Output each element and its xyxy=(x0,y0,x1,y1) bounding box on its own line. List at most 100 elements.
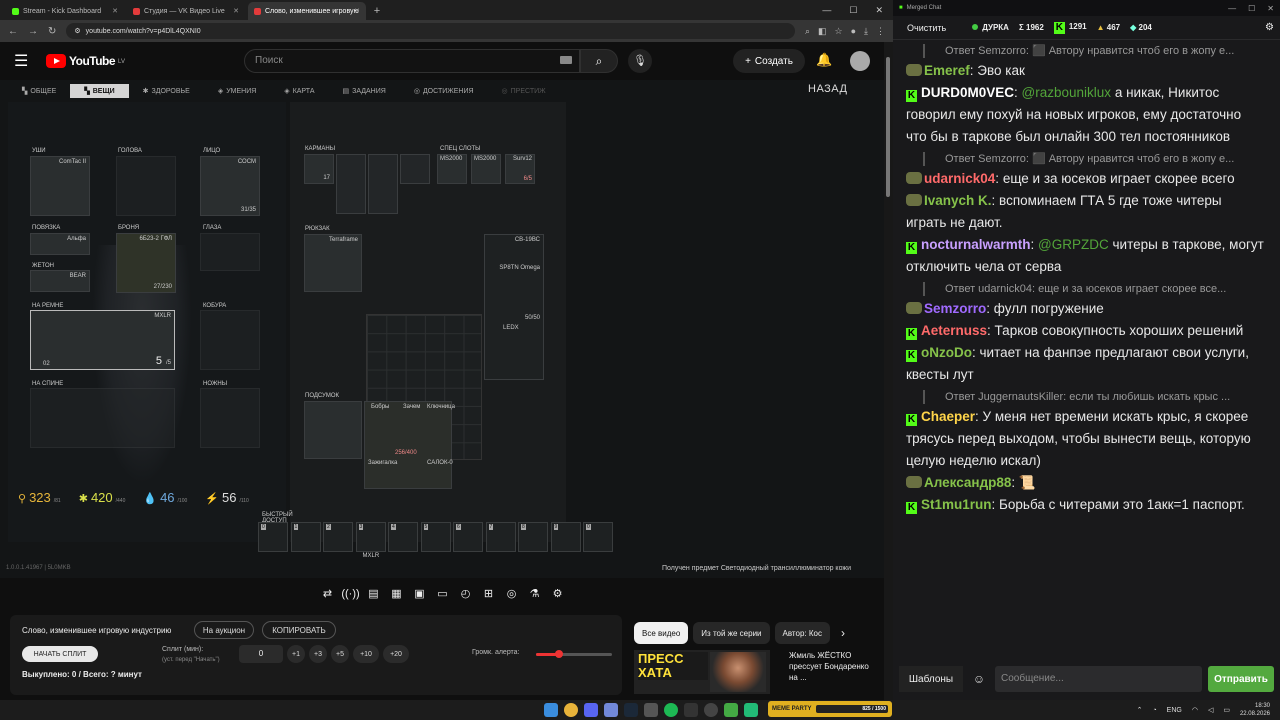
chat-username[interactable]: Aeternuss xyxy=(921,323,987,338)
quick-slot-9[interactable]: 9 xyxy=(550,522,581,552)
quick-slot-5[interactable]: 5 xyxy=(420,522,451,552)
related-title[interactable]: Жмиль ЖЁСТКО прессует Бондаренко на ... xyxy=(789,650,879,683)
emoji-smile-icon[interactable]: ☺ xyxy=(969,672,989,686)
tab-kick[interactable]: Stream - Kick Dashboard ✕ xyxy=(6,2,124,20)
pocket-4[interactable] xyxy=(400,154,430,184)
avatar[interactable] xyxy=(850,51,870,71)
slot-head[interactable] xyxy=(116,156,176,216)
chat-username[interactable]: St1mu1run xyxy=(921,497,992,512)
minimize-button[interactable]: — xyxy=(822,5,831,15)
tab-vk[interactable]: Студия — VK Видео Live ✕ xyxy=(127,2,245,20)
player-control-4-icon[interactable]: ▣ xyxy=(410,584,429,604)
steam-icon[interactable] xyxy=(624,703,638,717)
player-control-5-icon[interactable]: ▭ xyxy=(433,584,452,604)
quick-slot-0[interactable]: 0 xyxy=(258,522,288,552)
rig-panel[interactable]: СВ-19ВС SP8TN Omega 50/50 LEDX xyxy=(484,234,544,380)
chrome-icon[interactable] xyxy=(564,703,578,717)
tab-youtube[interactable]: Слово, изменившее игровую ✕ xyxy=(248,2,366,20)
windows-start-icon[interactable] xyxy=(544,703,558,717)
video-player-game-inventory[interactable]: ▚ ОБЩЕЕ ▚ ВЕЩИ ✱ ЗДОРОВЬЕ ◈ УМЕНИЯ ◈ КАРТА ▤ З… xyxy=(0,80,884,578)
increment-5-button[interactable]: +5 xyxy=(331,645,349,663)
game-tab-map[interactable]: ◈ КАРТА xyxy=(270,84,328,98)
send-button[interactable]: Отправить xyxy=(1208,666,1274,692)
volume-icon[interactable]: ◁ xyxy=(1208,706,1213,714)
profile-icon[interactable]: ● xyxy=(851,26,856,37)
quick-slot-7[interactable]: 7 xyxy=(485,522,516,552)
pocket-3[interactable] xyxy=(368,154,398,214)
chat-message[interactable]: KoNzoDo: читает на фанпэе предлагают сво… xyxy=(906,342,1265,386)
youtube-logo[interactable]: YouTube LV xyxy=(46,54,125,68)
app-icon[interactable] xyxy=(644,703,658,717)
close-icon[interactable]: ✕ xyxy=(112,7,118,15)
slot-holster[interactable] xyxy=(200,310,260,370)
player-control-0-icon[interactable]: ⇄ xyxy=(318,584,337,604)
close-window-button[interactable]: ✕ xyxy=(875,5,883,16)
quick-slot-1[interactable]: 1 xyxy=(290,522,321,552)
clear-chat-button[interactable]: Очистить xyxy=(899,20,954,36)
chat-username[interactable]: Chaeper xyxy=(921,409,975,424)
discord-icon[interactable] xyxy=(604,703,618,717)
special-slot-2[interactable]: MS2000 xyxy=(471,154,501,184)
reply-reference[interactable]: Ответ JuggernautsKiller: если ты любишь … xyxy=(923,390,1253,404)
quick-slot-0[interactable]: 0 xyxy=(583,522,613,552)
star-icon[interactable]: ☆ xyxy=(835,26,843,37)
chat-username[interactable]: Ivanych K. xyxy=(924,193,992,208)
obs-icon[interactable] xyxy=(704,703,718,717)
clock[interactable]: 18:30 22.08.2026 xyxy=(1240,702,1270,718)
microphone-icon[interactable]: 🎙 xyxy=(628,49,652,73)
player-control-8-icon[interactable]: ◎ xyxy=(502,584,521,604)
forward-arrow-icon[interactable]: → xyxy=(28,26,38,37)
reload-icon[interactable]: ↻ xyxy=(48,26,56,37)
special-slot-3[interactable]: Surv12 6/5 xyxy=(505,154,535,184)
game-tab-general[interactable]: ▚ ОБЩЕЕ xyxy=(8,84,70,98)
chat-message[interactable]: Ivanych K.: вспоминаем ГТА 5 где тоже чи… xyxy=(906,190,1265,234)
quick-slot-2[interactable]: 2 xyxy=(323,522,353,552)
reply-reference[interactable]: Ответ Semzorro: ⬛ Автору нравится чтоб е… xyxy=(923,44,1253,58)
app-icon[interactable] xyxy=(724,703,738,717)
zoom-icon[interactable]: ⌕ xyxy=(805,26,810,37)
settings-gear-icon[interactable]: ⚙ xyxy=(1265,22,1274,33)
battery-icon[interactable]: ▭ xyxy=(1223,706,1230,714)
chip-all-videos[interactable]: Все видео xyxy=(634,622,689,644)
quick-slot-4[interactable]: 4 xyxy=(388,522,418,552)
chat-username[interactable]: nocturnalwarmth xyxy=(921,237,1031,252)
new-tab-button[interactable]: + xyxy=(369,5,385,17)
volume-slider[interactable] xyxy=(536,650,612,658)
chip-same-series[interactable]: Из той же серии xyxy=(693,622,770,644)
chat-message[interactable]: Александр88: 📜 xyxy=(906,472,1265,494)
player-control-2-icon[interactable]: ▤ xyxy=(364,584,383,604)
increment-3-button[interactable]: +3 xyxy=(309,645,327,663)
download-icon[interactable]: ⤓ xyxy=(864,26,868,37)
quick-slot-8[interactable]: 8 xyxy=(518,522,548,552)
related-video[interactable]: ПРЕСС ХАТА Жмиль ЖЁСТКО прессует Бондаре… xyxy=(634,650,884,695)
reply-reference[interactable]: Ответ udarnick04: еще и за юсеков играет… xyxy=(923,282,1253,296)
search-button[interactable]: ⌕ xyxy=(580,49,618,73)
maximize-button[interactable]: ☐ xyxy=(1248,4,1255,13)
chevron-up-icon[interactable]: ⌃ xyxy=(1137,706,1143,714)
extension-icon[interactable]: ◧ xyxy=(818,26,827,37)
related-thumbnail[interactable]: ПРЕСС ХАТА xyxy=(634,650,770,694)
slot-token[interactable]: BEAR xyxy=(30,270,90,292)
app-icon[interactable] xyxy=(684,703,698,717)
chip-author[interactable]: Автор: Кос xyxy=(774,622,830,644)
quick-slot-6[interactable]: 6 xyxy=(453,522,483,552)
game-tab-health[interactable]: ✱ ЗДОРОВЬЕ xyxy=(129,84,204,98)
close-icon[interactable]: ✕ xyxy=(354,7,360,15)
language-indicator[interactable]: ENG xyxy=(1167,707,1182,714)
app-icon[interactable] xyxy=(744,703,758,717)
app-icon[interactable] xyxy=(584,703,598,717)
minimize-button[interactable]: — xyxy=(1228,4,1236,13)
slot-armband[interactable]: Альфа xyxy=(30,233,90,255)
game-tab-skills[interactable]: ◈ УМЕНИЯ xyxy=(204,84,270,98)
game-back-button[interactable]: НАЗАД xyxy=(808,83,847,95)
start-split-button[interactable]: НАЧАТЬ СПЛИТ xyxy=(22,646,98,662)
player-control-3-icon[interactable]: ▦ xyxy=(387,584,406,604)
split-input[interactable]: 0 xyxy=(239,645,283,663)
volume-knob[interactable] xyxy=(554,650,563,658)
maximize-button[interactable]: ☐ xyxy=(849,5,857,16)
special-slot-1[interactable]: MS2000 xyxy=(437,154,467,184)
pocket-2[interactable] xyxy=(336,154,366,214)
copy-button[interactable]: КОПИРОВАТЬ xyxy=(262,621,336,639)
slot-backpack[interactable]: Terraframe xyxy=(304,234,362,292)
close-icon[interactable]: ✕ xyxy=(233,7,239,15)
